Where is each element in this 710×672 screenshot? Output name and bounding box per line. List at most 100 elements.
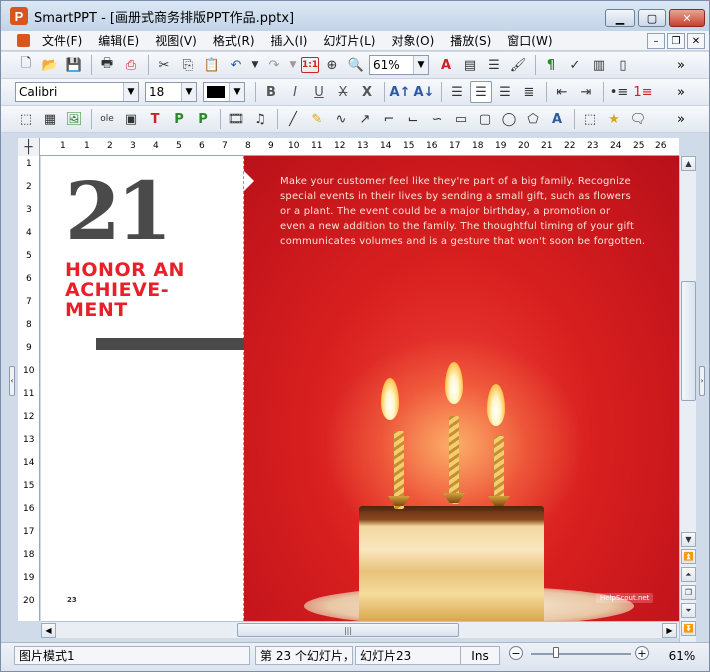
decrease-indent-icon[interactable]: ⇤ <box>551 81 573 103</box>
sound-icon[interactable]: ♫ <box>249 108 271 130</box>
new-file-icon[interactable]: 🗋 <box>15 54 37 76</box>
menu-view[interactable]: 视图(V) <box>147 32 205 49</box>
document-icon[interactable] <box>17 34 30 47</box>
zoom-to-fit-icon[interactable]: ⊕ <box>321 54 343 76</box>
open-folder-icon[interactable]: 📂 <box>39 54 61 76</box>
doc-restore-button[interactable]: ❐ <box>667 33 685 49</box>
zoom-in-icon[interactable]: + <box>635 646 649 660</box>
frame-select-icon[interactable]: ⬚ <box>15 108 37 130</box>
undo-icon[interactable]: ↶ <box>225 54 247 76</box>
first-slide-icon[interactable]: ⏫ <box>681 549 696 564</box>
horizontal-scroll-thumb[interactable]: ||| <box>237 623 459 637</box>
last-slide-icon[interactable]: ⏬ <box>681 621 696 636</box>
paragraph-marks-icon[interactable]: ¶ <box>540 54 562 76</box>
magnifier-icon[interactable]: 🔍 <box>345 54 367 76</box>
bold-icon[interactable]: B <box>260 81 282 103</box>
menu-slide[interactable]: 幻灯片(L) <box>315 32 383 49</box>
text-style-icon[interactable]: A <box>435 54 457 76</box>
zoom-out-icon[interactable]: − <box>509 646 523 660</box>
placeholder-frame-alt-icon[interactable]: P <box>192 108 214 130</box>
toolbar-more-icon[interactable]: » <box>677 58 685 73</box>
font-select[interactable]: Calibri ▼ <box>15 82 139 102</box>
spell-check-icon[interactable]: ✓ <box>564 54 586 76</box>
align-center-icon[interactable]: ☰ <box>470 81 492 103</box>
toolbar-more-icon[interactable]: » <box>677 112 685 127</box>
double-strike-icon[interactable]: X <box>332 81 354 103</box>
maximize-button[interactable]: ▢ <box>638 9 666 27</box>
menu-insert[interactable]: 插入(I) <box>263 32 316 49</box>
close-button[interactable]: ✕ <box>669 9 705 27</box>
rectangle-icon[interactable]: ▭ <box>450 108 472 130</box>
elbow-connector-icon[interactable]: ⌙ <box>402 108 424 130</box>
format-painter-icon[interactable]: 🖌 <box>507 54 529 76</box>
strikethrough-icon[interactable]: X <box>356 81 378 103</box>
notes-icon[interactable]: ☰ <box>483 54 505 76</box>
scroll-down-icon[interactable]: ▼ <box>681 532 696 547</box>
vertical-ruler[interactable]: 1 2 3 4 5 6 7 8 9 10 11 12 13 14 15 16 1… <box>18 156 40 621</box>
placeholder-frame-icon[interactable]: P <box>168 108 190 130</box>
font-color-select[interactable]: ▼ <box>203 82 245 102</box>
chevron-down-icon[interactable]: ▼ <box>413 56 428 74</box>
actual-size-button[interactable]: 1:1 <box>301 57 319 73</box>
status-insert-mode[interactable]: Ins <box>460 646 500 665</box>
copy-icon[interactable]: ⎘ <box>177 54 199 76</box>
menu-window[interactable]: 窗口(W) <box>499 32 560 49</box>
menu-play[interactable]: 播放(S) <box>442 32 499 49</box>
connector-icon[interactable]: ⌐ <box>378 108 400 130</box>
numbered-list-icon[interactable]: 1≡ <box>632 81 654 103</box>
align-right-icon[interactable]: ☰ <box>494 81 516 103</box>
chevron-down-icon[interactable]: ▼ <box>229 83 244 101</box>
slide-layout-icon[interactable]: ▤ <box>459 54 481 76</box>
slide-canvas[interactable]: 21 HONOR AN ACHIEVE- MENT 23 Make your c… <box>41 156 679 621</box>
next-slide-icon[interactable]: ⏷ <box>681 603 696 618</box>
curved-connector-icon[interactable]: ∽ <box>426 108 448 130</box>
cut-icon[interactable]: ✂ <box>153 54 175 76</box>
status-zoom-value[interactable]: 61% <box>656 646 704 665</box>
star-icon[interactable]: ★ <box>603 108 625 130</box>
cake-photo[interactable]: Make your customer feel like they're par… <box>244 156 679 621</box>
decrease-font-icon[interactable]: A↓ <box>413 81 435 103</box>
status-mode[interactable]: 图片模式1 <box>14 646 250 665</box>
slide-left-page[interactable]: 21 HONOR AN ACHIEVE- MENT 23 <box>41 156 244 621</box>
decorative-bar[interactable] <box>96 338 244 350</box>
line-icon[interactable]: ╱ <box>282 108 304 130</box>
chevron-down-icon[interactable]: ▼ <box>181 83 196 101</box>
increase-font-icon[interactable]: A↑ <box>389 81 411 103</box>
movie-icon[interactable]: 🎞 <box>225 108 247 130</box>
scroll-right-icon[interactable]: ▶ <box>662 623 677 638</box>
collapse-right-icon[interactable]: › <box>699 366 705 396</box>
slide-list-icon[interactable]: ❐ <box>681 585 696 600</box>
scroll-left-icon[interactable]: ◀ <box>41 623 56 638</box>
minimize-button[interactable]: ▁ <box>605 9 635 27</box>
group-icon[interactable]: ⬚ <box>579 108 601 130</box>
menu-file[interactable]: 文件(F) <box>34 32 90 49</box>
bullet-list-icon[interactable]: •≡ <box>608 81 630 103</box>
paste-icon[interactable]: 📋 <box>201 54 223 76</box>
horizontal-ruler[interactable]: 1 1 2 3 4 5 6 7 8 9 10 11 12 13 14 15 16… <box>18 138 679 156</box>
print-icon[interactable]: 🖶 <box>96 54 118 76</box>
pen-icon[interactable]: ✎ <box>306 108 328 130</box>
callout-icon[interactable]: 🗨 <box>627 108 649 130</box>
save-icon[interactable]: 💾 <box>63 54 85 76</box>
frame-icon[interactable]: ▯ <box>612 54 634 76</box>
redo-dropdown-icon[interactable]: ▼ <box>287 54 299 76</box>
ole-object-icon[interactable]: ole <box>96 108 118 130</box>
zoom-slider-track[interactable] <box>531 653 631 655</box>
collapse-left-icon[interactable]: ‹ <box>9 366 15 396</box>
horizontal-scrollbar[interactable]: ◀ ||| ▶ <box>41 621 679 638</box>
zoom-select[interactable]: 61% ▼ <box>369 55 429 75</box>
vertical-scroll-thumb[interactable] <box>681 281 696 401</box>
slide-paragraph[interactable]: Make your customer feel like they're par… <box>280 174 655 249</box>
doc-close-button[interactable]: ✕ <box>687 33 705 49</box>
redo-icon[interactable]: ↷ <box>263 54 285 76</box>
slide-heading[interactable]: HONOR AN ACHIEVE- MENT <box>65 260 215 320</box>
font-size-select[interactable]: 18 ▼ <box>145 82 197 102</box>
menu-edit[interactable]: 编辑(E) <box>90 32 147 49</box>
increase-indent-icon[interactable]: ⇥ <box>575 81 597 103</box>
toolbar-more-icon[interactable]: » <box>677 85 685 100</box>
justify-icon[interactable]: ≣ <box>518 81 540 103</box>
title-bar[interactable]: P SmartPPT - [画册式商务排版PPT作品.pptx] ▁ ▢ ✕ <box>1 1 709 31</box>
italic-icon[interactable]: I <box>284 81 306 103</box>
arrow-line-icon[interactable]: ↗ <box>354 108 376 130</box>
chart-icon[interactable]: ▥ <box>588 54 610 76</box>
